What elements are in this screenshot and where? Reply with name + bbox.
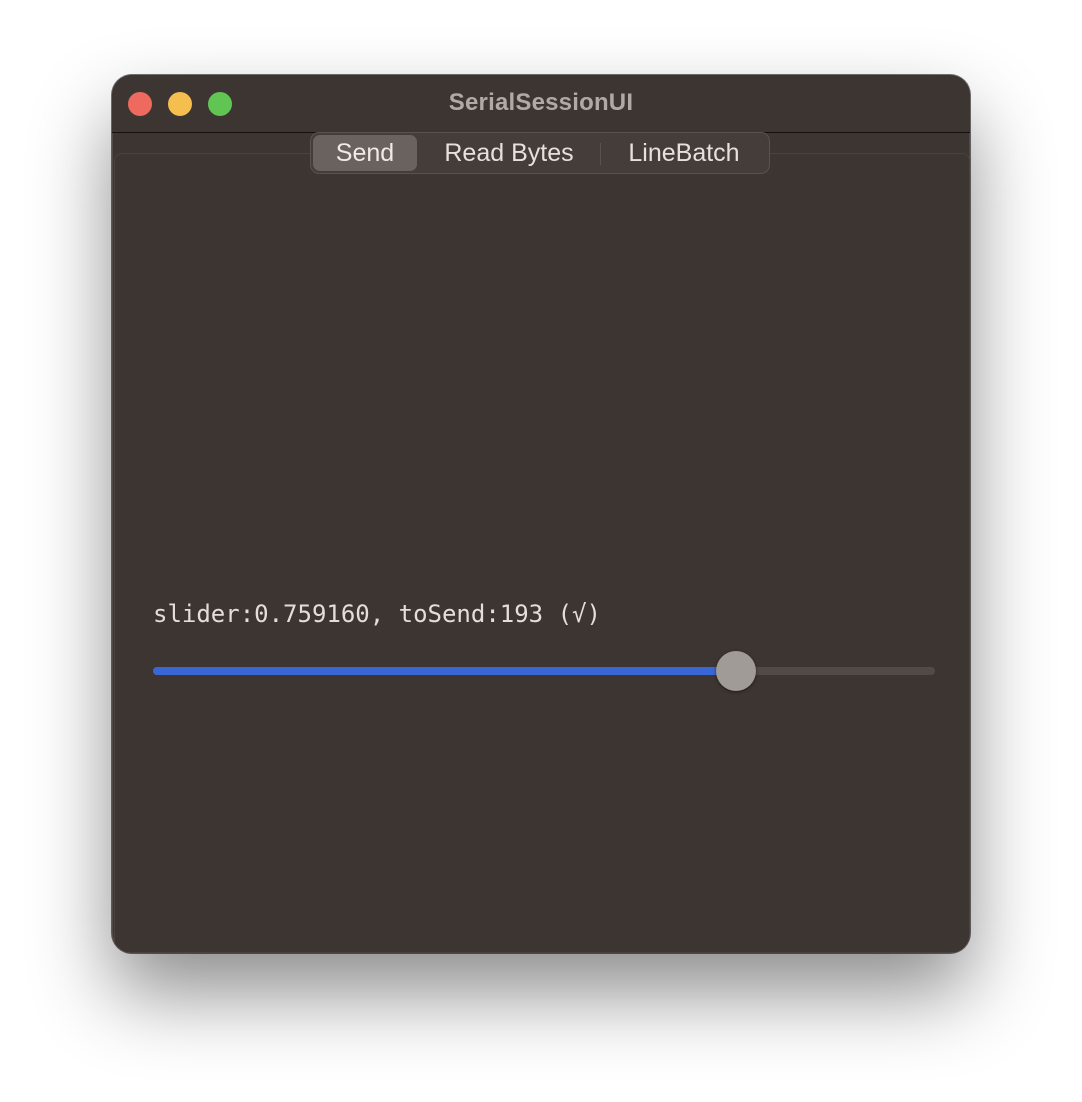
title-bar[interactable]: SerialSessionUI (112, 75, 970, 133)
slider-fill (153, 667, 737, 675)
window-title: SerialSessionUI (448, 89, 634, 116)
tab-read-bytes[interactable]: Read Bytes (419, 135, 599, 171)
tab-selector: Send Read Bytes LineBatch (310, 132, 770, 174)
tab-line-batch[interactable]: LineBatch (601, 135, 767, 171)
tab-content-panel: slider:0.759160, toSend:193 (√) (114, 153, 970, 953)
tab-send[interactable]: Send (313, 135, 417, 171)
send-value-slider[interactable] (153, 651, 935, 691)
slider-status-text: slider:0.759160, toSend:193 (√) (153, 600, 601, 628)
slider-thumb[interactable] (716, 651, 757, 691)
app-window: SerialSessionUI slider:0.759160, toSend:… (112, 75, 970, 953)
